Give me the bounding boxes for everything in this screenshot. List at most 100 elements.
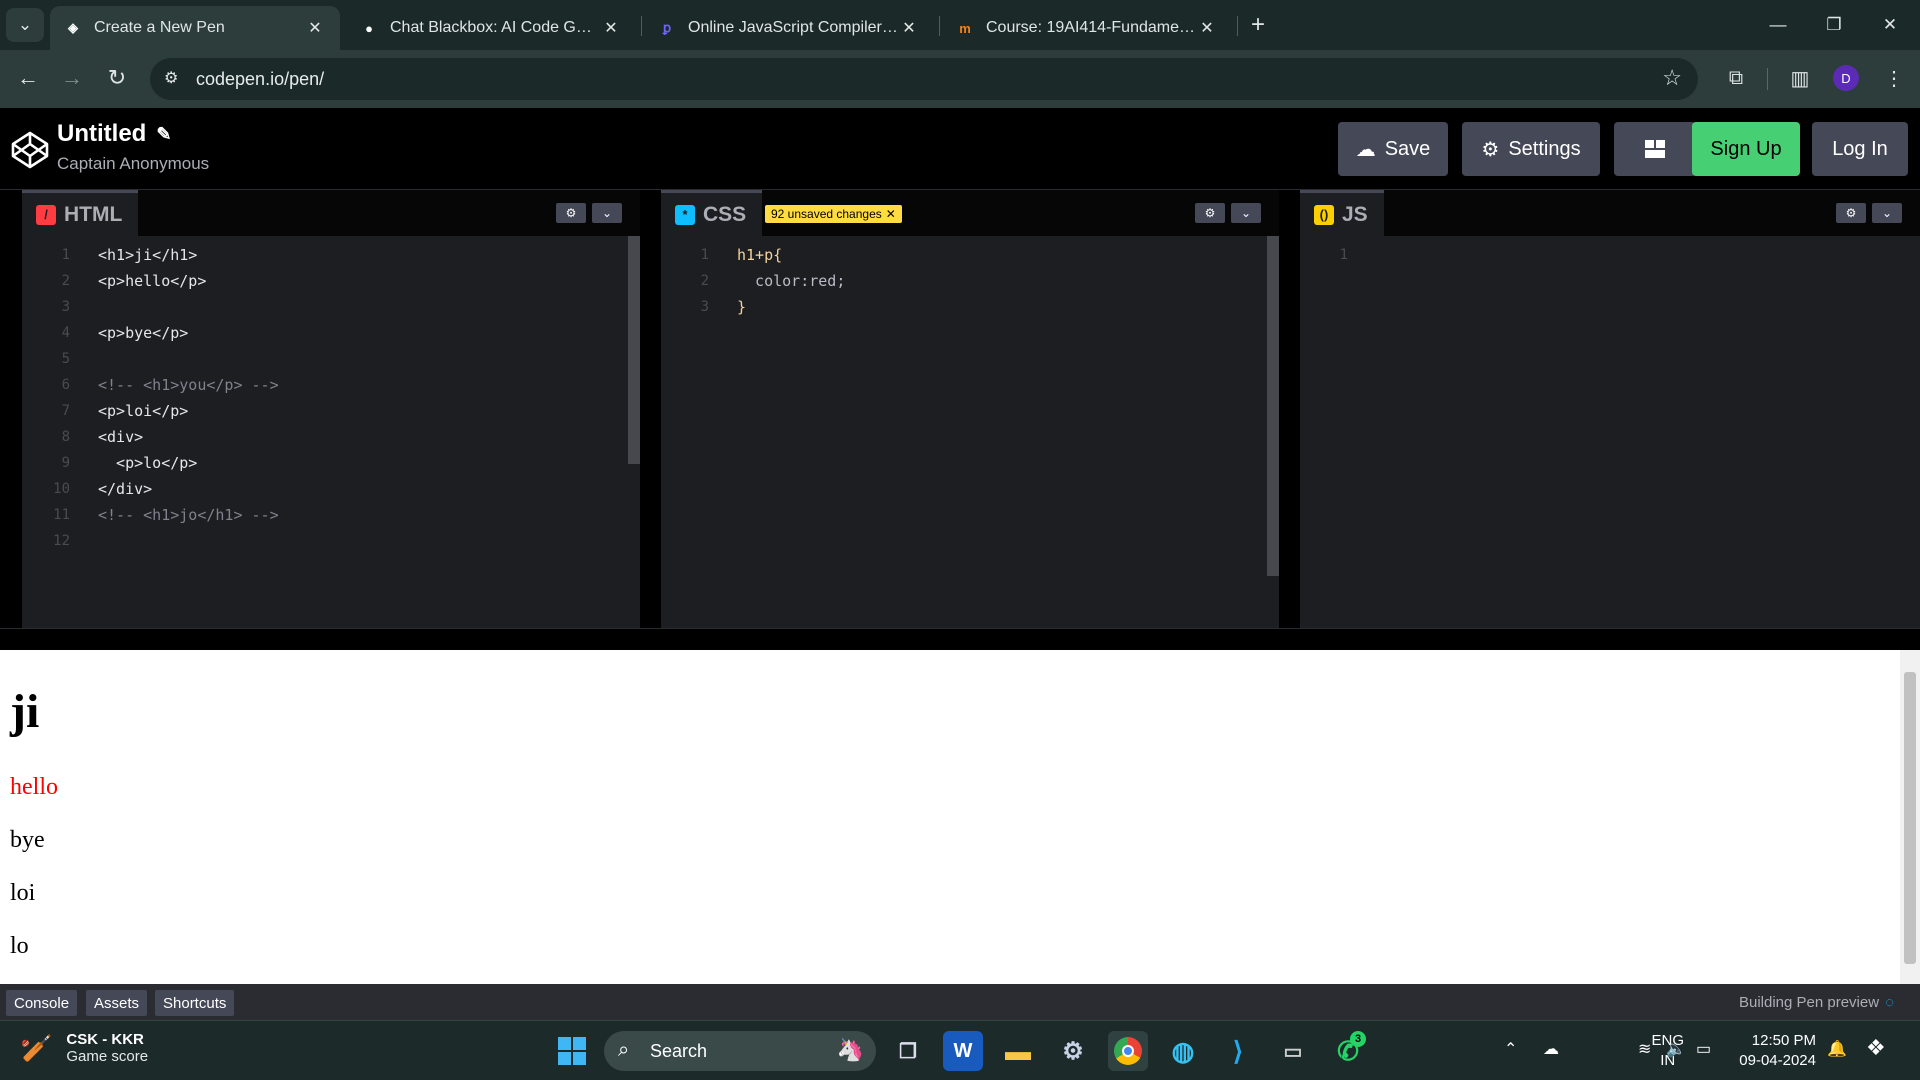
line-number: 1 <box>1339 247 1348 263</box>
search-label: Search <box>650 1040 708 1061</box>
js-pane-tab[interactable]: () JS <box>1300 190 1384 236</box>
signup-button[interactable]: Sign Up <box>1692 122 1800 176</box>
css-pane-controls: ⚙ ⌄ <box>1195 203 1261 223</box>
html-pane-tab[interactable]: / HTML <box>22 190 139 236</box>
css-editor-scrollbar[interactable] <box>1267 236 1279 576</box>
layout-icon <box>1645 140 1665 158</box>
assets-button[interactable]: Assets <box>86 990 148 1016</box>
start-button[interactable] <box>552 1031 592 1071</box>
console-button[interactable]: Console <box>6 990 78 1016</box>
settings-app-button[interactable]: ⚙ <box>1053 1031 1093 1071</box>
folder-icon: ▬ <box>1005 1035 1031 1066</box>
side-panel-button[interactable]: ▥ <box>1782 60 1818 96</box>
wifi-icon[interactable]: ≋ <box>1638 1039 1651 1059</box>
copilot-icon[interactable]: ❖ <box>1866 1035 1886 1061</box>
reload-button[interactable]: ↻ <box>99 60 135 96</box>
battery-icon[interactable]: ▭ <box>1696 1039 1711 1059</box>
codepen-logo-icon[interactable] <box>10 130 50 170</box>
chevron-down-icon[interactable]: ⌄ <box>1231 203 1261 223</box>
site-info-icon[interactable]: ⚙ <box>164 68 178 88</box>
chrome-button[interactable] <box>1108 1031 1148 1071</box>
unsaved-changes-badge[interactable]: 92 unsaved changes ✕ <box>765 205 902 223</box>
whatsapp-button[interactable]: ✆ 3 <box>1328 1031 1368 1071</box>
gear-icon: ⚙ <box>1062 1037 1084 1065</box>
preview-resizer[interactable] <box>0 628 1920 650</box>
tab-title: Chat Blackbox: AI Code Generat <box>390 19 600 36</box>
css-pane-tab[interactable]: * CSS <box>661 190 763 236</box>
star-icon[interactable]: ☆ <box>1662 65 1682 91</box>
terminal-icon: ▭ <box>1283 1040 1303 1063</box>
extensions-button[interactable]: ⧉ <box>1718 60 1754 96</box>
gear-icon[interactable]: ⚙ <box>1836 203 1866 223</box>
code-line: color:red; <box>737 272 846 290</box>
pen-title[interactable]: Untitled ✎ <box>57 120 171 148</box>
forward-button[interactable]: → <box>54 60 90 96</box>
codepen-header: Untitled ✎ Captain Anonymous ☁ Save ⚙ Se… <box>0 108 1920 190</box>
close-tab-icon[interactable]: ✕ <box>1196 18 1218 38</box>
js-pane-label: JS <box>1342 202 1368 226</box>
onedrive-icon[interactable]: ☁ <box>1543 1039 1559 1059</box>
pen-title-text: Untitled <box>57 120 147 147</box>
address-bar[interactable]: ⚙ codepen.io/pen/ ☆ <box>150 58 1698 100</box>
file-explorer-button[interactable]: ▬ <box>998 1031 1038 1071</box>
pencil-icon[interactable]: ✎ <box>156 124 171 145</box>
system-clock[interactable]: 12:50 PM 09-04-2024 <box>1739 1031 1816 1071</box>
html-pane-controls: ⚙ ⌄ <box>556 203 622 223</box>
html-editor-pane: / HTML ⚙ ⌄ 1 <h1>ji</h1> 2 <p>hello</p> 3 4 <p… <box>22 190 640 628</box>
tab-course[interactable]: m Course: 19AI414-Fundamentals ✕ <box>942 6 1232 50</box>
widget-subtitle: Game score <box>66 1048 149 1065</box>
gear-icon[interactable]: ⚙ <box>1195 203 1225 223</box>
line-number: 5 <box>61 351 70 367</box>
login-button[interactable]: Log In <box>1812 122 1908 176</box>
new-tab-button[interactable]: + <box>1238 0 1278 50</box>
edge-button[interactable]: ◍ <box>1163 1031 1203 1071</box>
taskbar-search[interactable]: ⌕ Search 🦄 <box>604 1031 876 1071</box>
minimize-button[interactable]: — <box>1750 0 1806 50</box>
browser-menu-button[interactable]: ⋮ <box>1876 60 1912 96</box>
settings-button[interactable]: ⚙ Settings <box>1462 122 1600 176</box>
tab-chat-blackbox[interactable]: ● Chat Blackbox: AI Code Generat ✕ <box>346 6 636 50</box>
line-number: 12 <box>53 533 70 549</box>
gear-icon[interactable]: ⚙ <box>556 203 586 223</box>
show-hidden-icons-button[interactable]: ⌃ <box>1504 1039 1517 1059</box>
widgets-button[interactable]: 🏏 CSK - KKR Game score <box>20 1031 148 1065</box>
save-button[interactable]: ☁ Save <box>1338 122 1448 176</box>
tab-title: Create a New Pen <box>94 19 225 36</box>
windows-icon <box>558 1037 586 1065</box>
word-button[interactable]: W <box>943 1031 983 1071</box>
profile-button[interactable]: D <box>1828 60 1864 96</box>
terminal-button[interactable]: ▭ <box>1273 1031 1313 1071</box>
css-language-icon: * <box>675 204 695 225</box>
close-tab-icon[interactable]: ✕ <box>600 18 622 38</box>
chevron-down-icon[interactable]: ⌄ <box>592 203 622 223</box>
task-view-button[interactable]: ❐ <box>888 1031 928 1071</box>
tab-search-button[interactable]: ⌄ <box>6 8 44 42</box>
restore-button[interactable]: ❐ <box>1806 0 1862 50</box>
back-button[interactable]: ← <box>10 60 46 96</box>
close-tab-icon[interactable]: ✕ <box>898 18 920 38</box>
bell-icon[interactable]: 🔔 <box>1827 1039 1847 1059</box>
toolbar-separator <box>1767 68 1768 90</box>
close-icon[interactable]: ✕ <box>886 207 896 221</box>
line-number: 8 <box>61 429 70 445</box>
change-view-button[interactable] <box>1614 122 1696 176</box>
build-status: Building Pen preview ◌ <box>1739 994 1894 1011</box>
volume-icon[interactable]: 🔈 <box>1666 1039 1686 1059</box>
close-tab-icon[interactable]: ✕ <box>304 18 326 38</box>
preview-scrollbar[interactable] <box>1900 650 1920 984</box>
html-editor-scrollbar[interactable] <box>628 236 640 464</box>
vscode-button[interactable]: ⟩ <box>1218 1031 1258 1071</box>
tab-separator <box>641 16 642 36</box>
code-line: <!-- <h1>you</p> --> <box>98 376 279 394</box>
edge-icon: ◍ <box>1171 1035 1195 1066</box>
tab-online-js-compiler[interactable]: ꝑ Online JavaScript Compiler (Edi ✕ <box>644 6 934 50</box>
close-window-button[interactable]: ✕ <box>1862 0 1918 50</box>
url-text: codepen.io/pen/ <box>196 68 325 89</box>
css-editor-pane: * CSS ⚙ ⌄ 1 h1+p{2 color:red; 3} <box>661 190 1279 628</box>
codepen-footer: Console Assets Shortcuts Building Pen pr… <box>0 984 1920 1020</box>
tab-create-new-pen[interactable]: ◈ Create a New Pen ✕ <box>50 6 340 50</box>
avatar: D <box>1833 65 1859 91</box>
shortcuts-button[interactable]: Shortcuts <box>155 990 235 1016</box>
chevron-down-icon[interactable]: ⌄ <box>1872 203 1902 223</box>
preview-scrollbar-thumb[interactable] <box>1904 672 1916 964</box>
